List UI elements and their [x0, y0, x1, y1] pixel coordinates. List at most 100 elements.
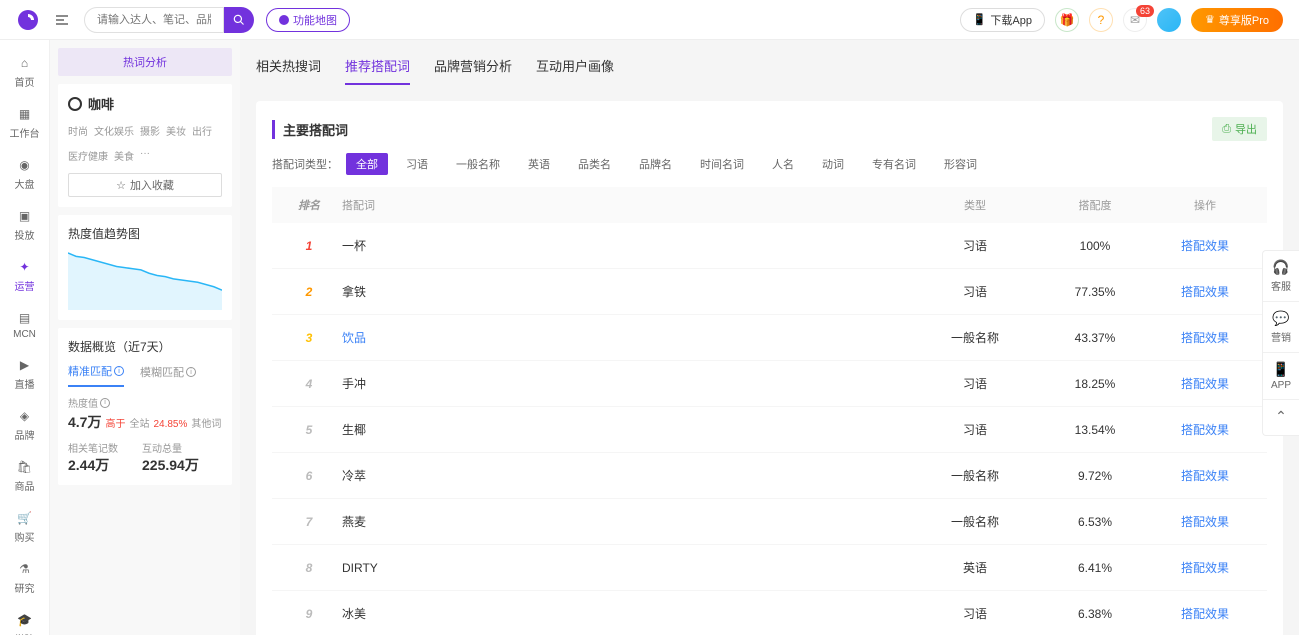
hot-compare: 高于 — [105, 415, 125, 430]
filter-option[interactable]: 专有名词 — [862, 153, 926, 175]
dock-item[interactable]: 💬营销 — [1263, 302, 1299, 353]
word-cell: 冷萃 — [334, 467, 915, 484]
sidebar-label: 投放 — [15, 227, 35, 242]
table-row: 2拿铁习语77.35%搭配效果 — [272, 269, 1267, 315]
hot-label: 热度值 — [68, 395, 98, 410]
rank-cell: 3 — [284, 331, 334, 345]
sidebar-item-buy[interactable]: 🛒 购买 — [5, 503, 45, 550]
tag[interactable]: 美妆 — [166, 121, 186, 140]
sidebar-toggle-icon[interactable] — [52, 10, 72, 30]
match-cell: 43.37% — [1035, 331, 1155, 345]
sidebar-item-home[interactable]: ⌂首页 — [5, 48, 45, 95]
overview-tab[interactable]: 精准匹配 i — [68, 363, 124, 387]
filter-option[interactable]: 人名 — [762, 153, 804, 175]
action-link[interactable]: 搭配效果 — [1155, 375, 1255, 392]
type-cell: 一般名称 — [915, 467, 1035, 484]
dock-item[interactable]: ⌃ — [1263, 400, 1299, 435]
sidebar-item-school[interactable]: 🎓学院 — [5, 605, 45, 635]
rank-cell: 7 — [284, 515, 334, 529]
pro-label: 尊享版Pro — [1219, 12, 1269, 28]
search-button[interactable] — [224, 7, 254, 33]
sidebar-item-ops[interactable]: ✦运营 — [5, 252, 45, 299]
search-input[interactable] — [84, 7, 224, 33]
gift-icon[interactable]: 🎁 — [1055, 8, 1079, 32]
export-button[interactable]: ⎙导出 — [1212, 117, 1267, 141]
live-icon: ▶ — [16, 356, 34, 374]
dock-icon: ⌃ — [1271, 408, 1291, 425]
sidebar-item-research[interactable]: ⚗ 研究 — [5, 554, 45, 601]
deliver-icon: ▣ — [16, 207, 34, 225]
pro-button[interactable]: ♛尊享版Pro — [1191, 8, 1283, 32]
tag[interactable]: ··· — [140, 146, 150, 165]
feature-map-button[interactable]: 功能地图 — [266, 8, 350, 32]
tag[interactable]: 医疗健康 — [68, 146, 108, 165]
messages-icon[interactable]: ✉63 — [1123, 8, 1147, 32]
logo[interactable] — [16, 8, 40, 32]
sidebar-item-market[interactable]: ◉大盘 — [5, 150, 45, 197]
sidebar-label: 研究 — [15, 580, 35, 595]
type-cell: 习语 — [915, 237, 1035, 254]
filter-option[interactable]: 品类名 — [568, 153, 621, 175]
word-cell: 生椰 — [334, 421, 915, 438]
tag[interactable]: 文化娱乐 — [94, 121, 134, 140]
col-action: 操作 — [1155, 197, 1255, 213]
sidebar-item-mcn[interactable]: ▤MCN — [5, 303, 45, 346]
main-tab[interactable]: 相关热搜词 — [256, 56, 321, 85]
filter-option[interactable]: 一般名称 — [446, 153, 510, 175]
filter-option[interactable]: 时间名词 — [690, 153, 754, 175]
word-cell: DIRTY — [334, 561, 915, 575]
avatar[interactable] — [1157, 8, 1181, 32]
sidebar-label: 购买 — [15, 529, 35, 544]
action-link[interactable]: 搭配效果 — [1155, 329, 1255, 346]
action-link[interactable]: 搭配效果 — [1155, 283, 1255, 300]
buy-icon: 🛒 — [16, 509, 34, 527]
sidebar-item-goods[interactable]: 🛍商品 — [5, 452, 45, 499]
action-link[interactable]: 搭配效果 — [1155, 559, 1255, 576]
brand-icon: ◈ — [16, 407, 34, 425]
word-cell: 拿铁 — [334, 283, 915, 300]
word-cell[interactable]: 饮品 — [334, 329, 915, 346]
sidebar-item-work[interactable]: ▦工作台 — [5, 99, 45, 146]
dock-item[interactable]: 🎧客服 — [1263, 251, 1299, 302]
action-link[interactable]: 搭配效果 — [1155, 467, 1255, 484]
download-label: 下载App — [990, 12, 1032, 28]
main-tab[interactable]: 品牌营销分析 — [434, 56, 512, 85]
type-cell: 英语 — [915, 559, 1035, 576]
overview-tab[interactable]: 模糊匹配 i — [140, 363, 196, 387]
filter-option[interactable]: 品牌名 — [629, 153, 682, 175]
col-rank: 排名 — [284, 197, 334, 213]
tag[interactable]: 摄影 — [140, 121, 160, 140]
sidebar-item-brand[interactable]: ◈品牌 — [5, 401, 45, 448]
main-tab[interactable]: 互动用户画像 — [536, 56, 614, 85]
filter-option[interactable]: 动词 — [812, 153, 854, 175]
tag[interactable]: 美食 — [114, 146, 134, 165]
research-icon: ⚗ — [16, 560, 34, 578]
dock-label: 客服 — [1271, 282, 1291, 293]
sidebar-item-deliver[interactable]: ▣ 投放 — [5, 201, 45, 248]
school-icon: 🎓 — [16, 611, 34, 629]
dock-item[interactable]: 📱APP — [1263, 353, 1299, 400]
tag[interactable]: 时尚 — [68, 121, 88, 140]
type-cell: 习语 — [915, 605, 1035, 622]
help-icon[interactable]: ? — [1089, 8, 1113, 32]
filter-option[interactable]: 英语 — [518, 153, 560, 175]
download-app-button[interactable]: 📱下载App — [960, 8, 1045, 32]
export-icon: ⎙ — [1222, 123, 1231, 136]
main-tab[interactable]: 推荐搭配词 — [345, 56, 410, 85]
sidebar-label: 首页 — [15, 74, 35, 89]
sidebar-item-live[interactable]: ▶直播 — [5, 350, 45, 397]
action-link[interactable]: 搭配效果 — [1155, 513, 1255, 530]
filter-option[interactable]: 习语 — [396, 153, 438, 175]
action-link[interactable]: 搭配效果 — [1155, 605, 1255, 622]
action-link[interactable]: 搭配效果 — [1155, 237, 1255, 254]
add-favorite-button[interactable]: ☆加入收藏 — [68, 173, 222, 197]
tag[interactable]: 出行 — [192, 121, 212, 140]
action-link[interactable]: 搭配效果 — [1155, 421, 1255, 438]
info-icon[interactable]: i — [100, 398, 110, 408]
sidebar-label: 商品 — [15, 478, 35, 493]
filter-option[interactable]: 全部 — [346, 153, 388, 175]
filter-option[interactable]: 形容词 — [934, 153, 987, 175]
sidebar-label: 工作台 — [10, 125, 40, 140]
match-cell: 6.41% — [1035, 561, 1155, 575]
table-row: 7燕麦一般名称6.53%搭配效果 — [272, 499, 1267, 545]
